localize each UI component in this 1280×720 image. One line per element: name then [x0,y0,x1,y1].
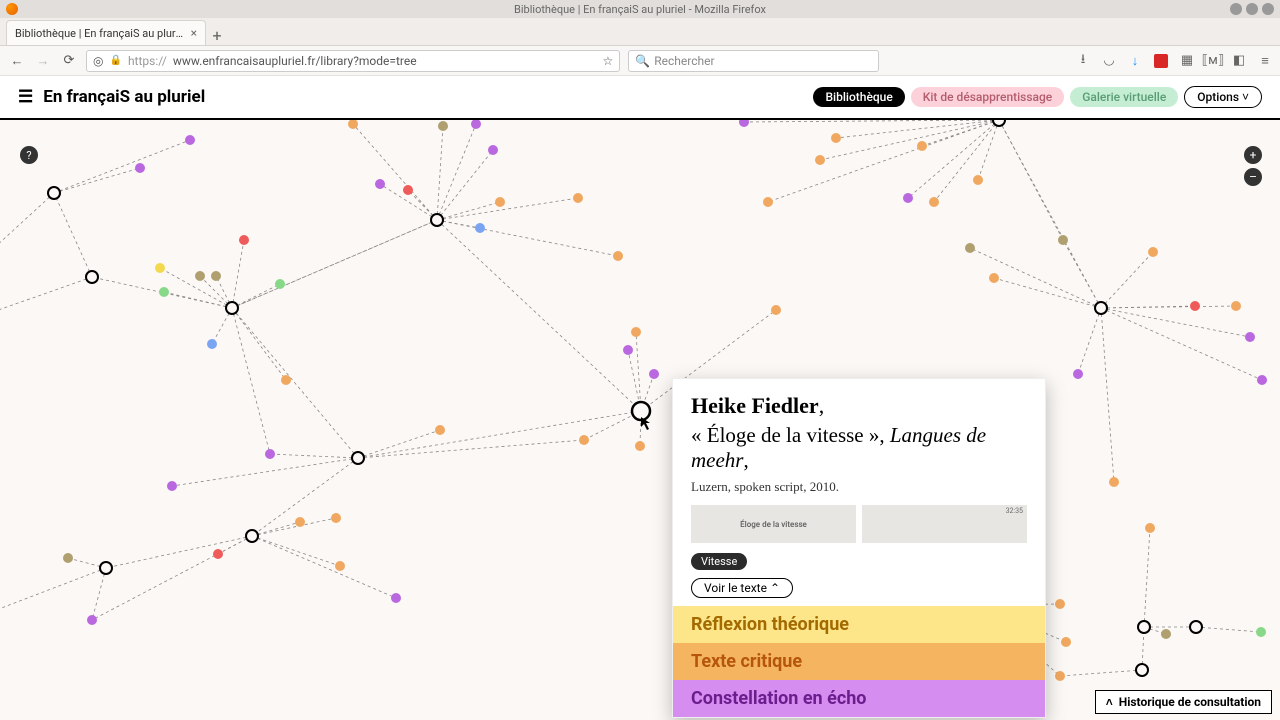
popup-related-links: Réflexion théorique Texte critique Const… [673,606,1045,717]
popup-title: « Éloge de la vitesse », Langues de meeh… [691,423,1027,473]
search-field[interactable]: 🔍 Rechercher [628,50,879,72]
site-title: En françaiS au pluriel [43,87,205,107]
popup-publisher: Luzern, spoken script, 2010. [691,479,1027,495]
lock-icon: 🔒 [109,55,121,66]
extension-icon[interactable]: ▦ [1180,54,1194,68]
zoom-in-button[interactable]: + [1244,146,1262,164]
help-button[interactable]: ? [20,146,38,164]
menu-icon[interactable]: ≡ [1258,54,1272,68]
pocket-icon[interactable]: ◡ [1102,54,1116,68]
extension-icon-2[interactable]: ⟦м⟧ [1206,54,1220,68]
url-bar: ← → ⟳ ◎ 🔒 https:// www.enfrancaisauplurie… [0,46,1280,76]
back-button[interactable]: ← [8,53,26,69]
tab-strip: Bibliothèque | En françaiS au pluriel × … [0,18,1280,46]
firefox-icon [6,3,18,15]
popup-thumb-2[interactable]: 32:35 [862,505,1027,543]
link-constellation[interactable]: Constellation en écho [673,680,1045,717]
link-reflexion[interactable]: Réflexion théorique [673,606,1045,643]
graph-svg [0,120,1280,720]
address-field[interactable]: ◎ 🔒 https:// www.enfrancaisaupluriel.fr/l… [86,50,620,72]
popup-thumb-1[interactable]: Éloge de la vitesse [691,505,856,543]
app-header: ☰ En françaiS au pluriel Bibliothèque Ki… [0,76,1280,120]
os-titlebar: Bibliothèque | En françaiS au pluriel - … [0,0,1280,18]
bookmark-icon[interactable]: ☆ [603,54,614,68]
download-icon[interactable]: ⭳ [1076,54,1090,68]
nav-library[interactable]: Bibliothèque [813,87,904,107]
url-rest: www.enfrancaisaupluriel.fr/library?mode=… [173,54,417,68]
node-popup: Heike Fiedler, « Éloge de la vitesse », … [672,378,1046,718]
window-title: Bibliothèque | En françaiS au pluriel - … [514,3,766,16]
arrow-icon: ⌃ [770,581,780,595]
nav-gallery[interactable]: Galerie virtuelle [1070,87,1178,107]
search-placeholder: Rechercher [654,54,714,68]
popup-author: Heike Fiedler, [691,393,1027,419]
nav-options[interactable]: Options ˅ [1184,86,1262,108]
search-icon: 🔍 [635,54,650,68]
shield-icon: ◎ [93,54,103,68]
hamburger-icon[interactable]: ☰ [18,87,33,107]
close-tab-icon[interactable]: × [191,26,197,40]
reload-button[interactable]: ⟳ [60,53,78,68]
url-scheme: https:// [128,54,167,68]
history-button[interactable]: ˄ Historique de consultation [1095,690,1272,714]
new-tab-button[interactable]: + [206,26,228,45]
link-critique[interactable]: Texte critique [673,643,1045,680]
nav-kit[interactable]: Kit de désapprentissage [911,87,1064,107]
adblock-icon[interactable] [1154,54,1168,68]
save-icon[interactable]: ↓ [1128,54,1142,68]
sidebar-icon[interactable]: ◧ [1232,54,1246,68]
graph-canvas[interactable]: ? + – Heike Fiedler, « Éloge de la vites… [0,120,1280,720]
tab-title: Bibliothèque | En françaiS au pluriel [15,27,185,40]
popup-tag[interactable]: Vitesse [691,553,747,570]
window-controls[interactable] [1230,3,1274,15]
zoom-out-button[interactable]: – [1244,168,1262,186]
view-text-button[interactable]: Voir le texte ⌃ [691,578,793,598]
chevron-up-icon: ˄ [1106,695,1113,709]
browser-tab[interactable]: Bibliothèque | En françaiS au pluriel × [6,20,206,45]
forward-button[interactable]: → [34,53,52,69]
